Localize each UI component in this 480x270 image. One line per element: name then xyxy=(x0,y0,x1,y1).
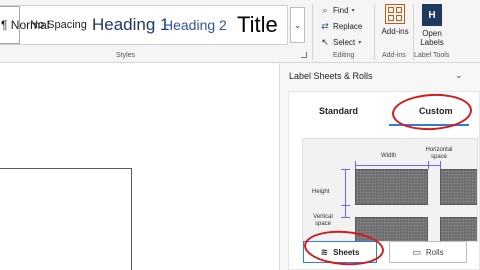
label-layout-diagram: Width Horizontal space Height Vertical s… xyxy=(302,138,478,242)
add-ins-label: Add-ins xyxy=(381,27,409,36)
style-normal[interactable]: ¶ Normal xyxy=(0,6,49,44)
replace-icon: ⇄ xyxy=(321,20,329,31)
diagram-vertical-space-label: Vertical space xyxy=(313,214,333,227)
divider xyxy=(374,4,375,60)
diagram-horizontal-space-label: Horizontal space xyxy=(425,147,453,160)
diagram-height-label: Height xyxy=(312,189,330,195)
replace-label: Replace xyxy=(333,21,363,31)
label-sheets-task-pane: Label Sheets & Rolls ⌄ Standard Custom W… xyxy=(279,63,480,270)
hspace-measure-tick xyxy=(440,161,441,169)
chevron-down-icon: ▾ xyxy=(358,39,362,46)
label-cell xyxy=(440,217,477,241)
width-measure-line xyxy=(355,165,428,166)
ribbon: ¶ Normal No Spacing Heading 1 Heading 2 … xyxy=(0,0,480,63)
hspace-measure-line xyxy=(428,165,440,166)
document-page[interactable] xyxy=(0,168,132,270)
label-tools-logo-icon: H xyxy=(422,4,442,26)
rolls-button[interactable]: ▭ Rolls xyxy=(389,241,467,263)
select-label: Select xyxy=(333,37,356,47)
style-heading-1-label: Heading 1 xyxy=(92,15,170,34)
style-heading-1[interactable]: Heading 1 xyxy=(92,6,170,44)
find-label: Find xyxy=(333,5,349,15)
styles-more-icon[interactable]: ⌄ xyxy=(290,7,305,43)
open-labels-label-line2: Labels xyxy=(420,38,444,47)
style-heading-2-label: Heading 2 xyxy=(163,17,227,33)
pane-options-chevron-icon[interactable]: ⌄ xyxy=(455,70,463,81)
open-labels-label-line1: Open xyxy=(422,29,442,38)
height-measure-tick xyxy=(341,169,350,170)
document-canvas[interactable] xyxy=(0,63,279,270)
style-title[interactable]: Title xyxy=(237,6,278,44)
find-button[interactable]: ⌕ Find ▾ xyxy=(320,4,355,15)
label-cell xyxy=(355,169,428,205)
style-no-spacing[interactable]: No Spacing xyxy=(30,6,87,44)
rolls-label: Rolls xyxy=(425,247,444,257)
width-measure-tick xyxy=(355,161,356,169)
roll-icon: ▭ xyxy=(412,246,421,257)
vspace-measure-line xyxy=(345,205,346,217)
styles-gallery: ¶ Normal No Spacing Heading 1 Heading 2 … xyxy=(0,5,288,45)
search-icon: ⌕ xyxy=(322,4,328,15)
pane-title: Label Sheets & Rolls xyxy=(289,71,373,81)
chevron-down-icon: ▾ xyxy=(351,7,355,14)
replace-button[interactable]: ⇄ Replace xyxy=(320,21,362,31)
add-ins-icon xyxy=(385,4,405,24)
editing-group-label: Editing xyxy=(333,52,355,59)
label-cell xyxy=(440,169,477,205)
open-labels-button[interactable]: H Open Labels xyxy=(418,4,446,47)
label-tools-group-label: Label Tools xyxy=(414,52,450,59)
style-no-spacing-label: No Spacing xyxy=(30,19,87,31)
style-title-label: Title xyxy=(237,12,278,37)
vspace-measure-tick xyxy=(341,217,350,218)
divider xyxy=(312,4,313,60)
style-heading-2[interactable]: Heading 2 xyxy=(163,6,227,44)
select-button[interactable]: ↖ Select ▾ xyxy=(320,37,361,47)
add-ins-group-label: Add-ins xyxy=(382,52,406,59)
height-measure-line xyxy=(345,169,346,205)
annotation-circle xyxy=(391,91,473,133)
tab-standard[interactable]: Standard xyxy=(319,106,358,116)
diagram-width-label: Width xyxy=(381,153,397,159)
styles-dialog-launcher-icon[interactable] xyxy=(301,52,307,58)
styles-group-label: Styles xyxy=(116,52,136,59)
cursor-icon: ↖ xyxy=(321,36,329,47)
add-ins-button[interactable]: Add-ins xyxy=(380,4,410,36)
